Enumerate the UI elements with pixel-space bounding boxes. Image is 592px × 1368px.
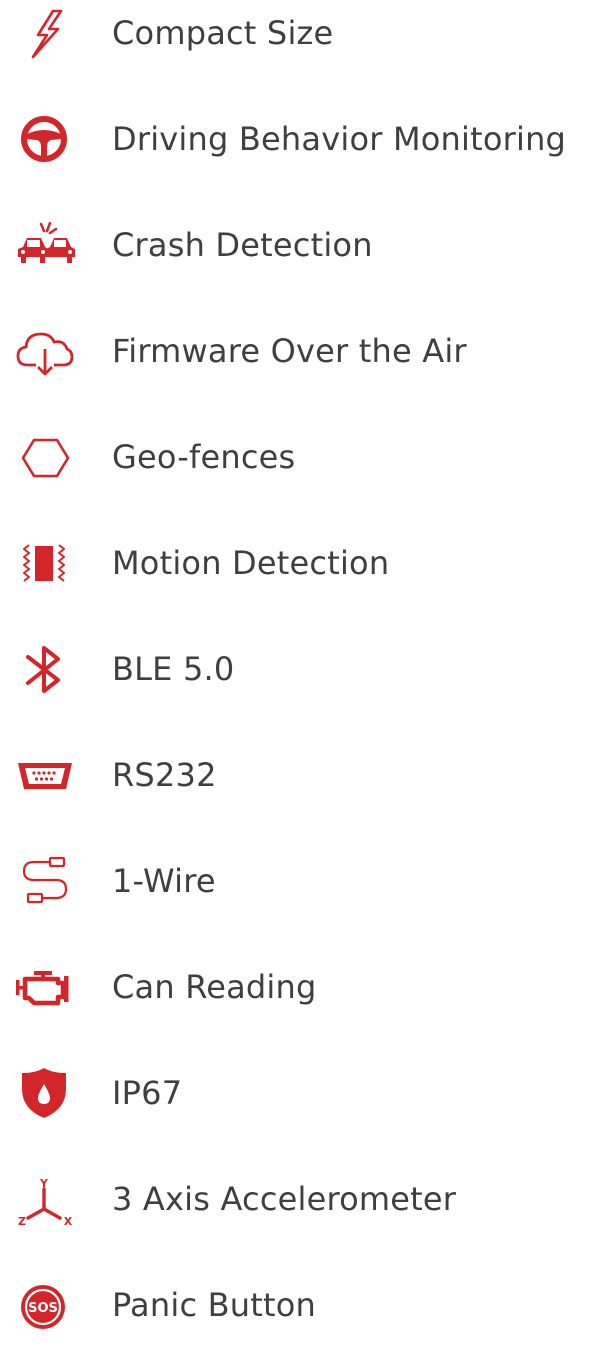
car-crash-icon <box>14 219 78 271</box>
axis-letter-z: Z <box>18 1215 26 1225</box>
feature-label: Driving Behavior Monitoring <box>112 120 567 158</box>
sos-badge-text: SOS <box>28 1301 58 1316</box>
bluetooth-icon <box>14 643 78 695</box>
feature-item-ip67: IP67 <box>0 1050 592 1156</box>
feature-label: 1-Wire <box>112 862 216 900</box>
vibration-icon <box>14 537 78 589</box>
feature-label: RS232 <box>112 756 217 794</box>
feature-label: Geo-fences <box>112 438 296 476</box>
feature-item-rs232: RS232 <box>0 732 592 838</box>
feature-label: Firmware Over the Air <box>112 332 467 370</box>
lightning-icon <box>14 7 78 59</box>
feature-label: 3 Axis Accelerometer <box>112 1180 457 1218</box>
feature-label: IP67 <box>112 1074 183 1112</box>
feature-item-firmware-ota: Firmware Over the Air <box>0 308 592 414</box>
feature-label: Crash Detection <box>112 226 373 264</box>
shield-drop-icon <box>14 1067 78 1119</box>
feature-item-geo-fences: Geo-fences <box>0 414 592 520</box>
feature-item-ble: BLE 5.0 <box>0 626 592 732</box>
feature-label: BLE 5.0 <box>112 650 235 688</box>
feature-item-panic-button: SOS Panic Button <box>0 1262 592 1368</box>
feature-item-driving-behavior: Driving Behavior Monitoring <box>0 96 592 202</box>
feature-item-1-wire: 1-Wire <box>0 838 592 944</box>
feature-list: Compact Size Driving Behavior Monitoring <box>0 0 592 1344</box>
feature-label: Motion Detection <box>112 544 390 582</box>
axis-letter-x: X <box>64 1215 73 1225</box>
feature-item-compact-size: Compact Size <box>0 0 592 96</box>
wire-icon <box>14 855 78 907</box>
feature-item-motion-detection: Motion Detection <box>0 520 592 626</box>
engine-icon <box>14 961 78 1013</box>
feature-label: Can Reading <box>112 968 317 1006</box>
feature-item-accelerometer: Y Z X 3 Axis Accelerometer <box>0 1156 592 1262</box>
feature-item-can-reading: Can Reading <box>0 944 592 1050</box>
feature-item-crash-detection: Crash Detection <box>0 202 592 308</box>
steering-wheel-icon <box>14 113 78 165</box>
hexagon-icon <box>14 431 78 483</box>
feature-label: Compact Size <box>112 14 334 52</box>
cloud-download-icon <box>14 325 78 377</box>
feature-label: Panic Button <box>112 1286 316 1324</box>
sos-icon: SOS <box>14 1279 78 1331</box>
serial-port-icon <box>14 749 78 801</box>
axis-icon: Y Z X <box>14 1173 78 1225</box>
